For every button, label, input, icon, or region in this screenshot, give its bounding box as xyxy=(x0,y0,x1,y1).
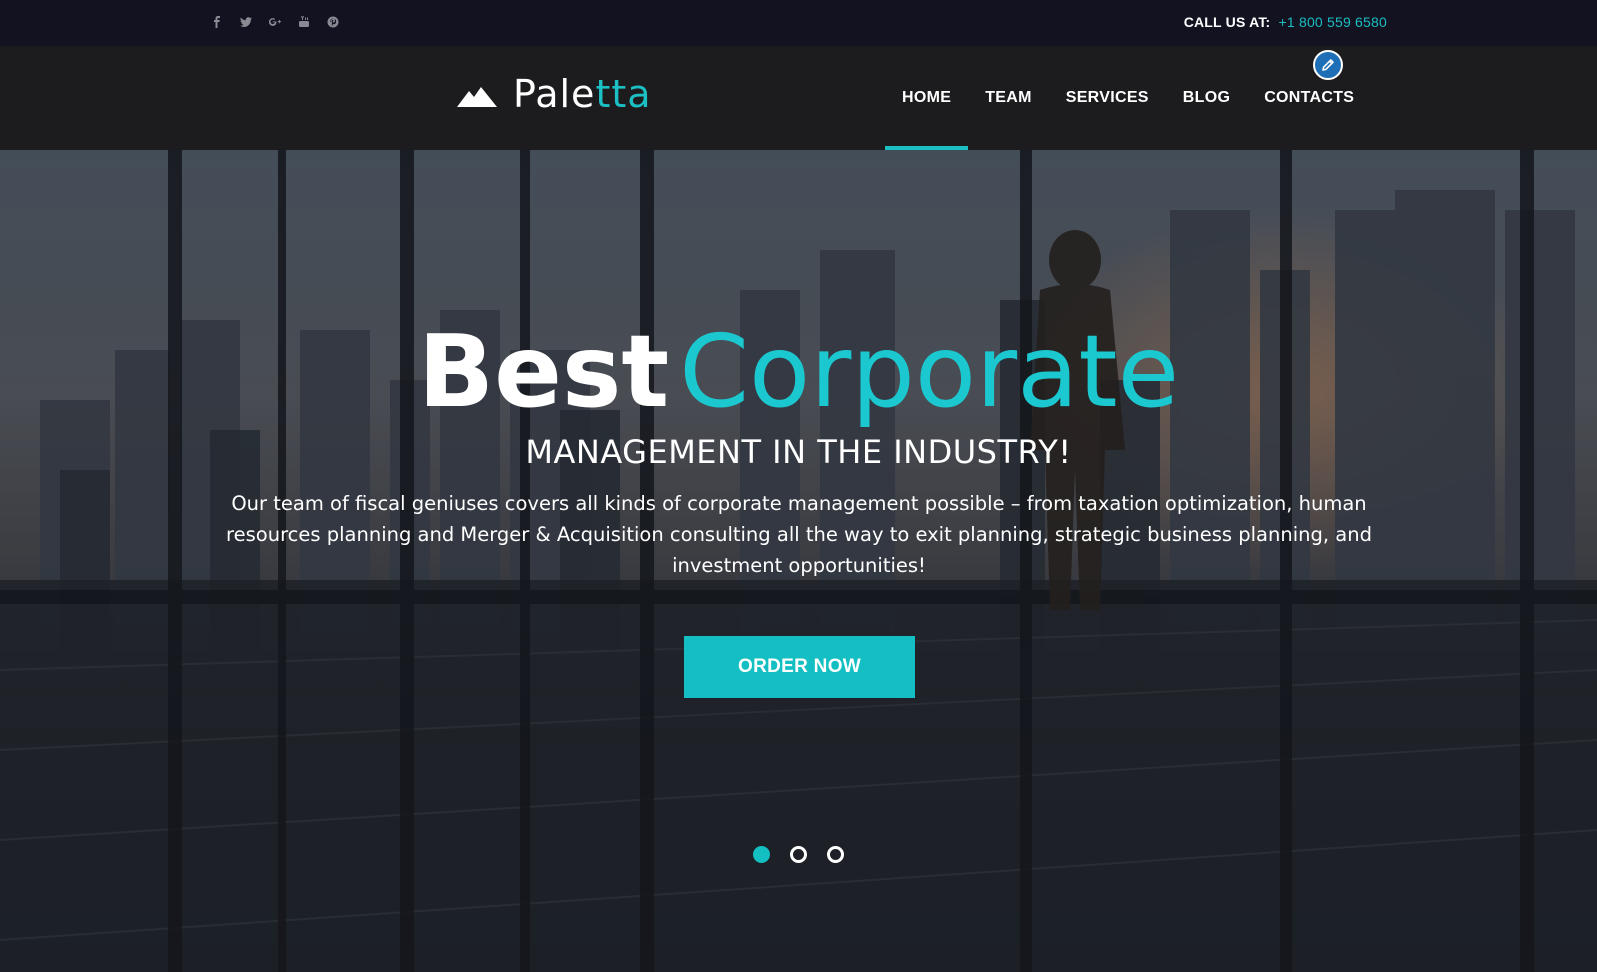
brand-name-accent: tta xyxy=(595,72,652,116)
slider-pagination xyxy=(753,846,844,863)
google-plus-icon[interactable] xyxy=(266,13,284,31)
twitter-icon[interactable] xyxy=(237,13,255,31)
slide-dot-2[interactable] xyxy=(790,846,807,863)
order-now-button[interactable]: ORDER NOW xyxy=(684,636,915,698)
slide-dot-3[interactable] xyxy=(827,846,844,863)
nav-contacts[interactable]: CONTACTS xyxy=(1247,46,1371,150)
brand-name-main: Pale xyxy=(513,72,596,116)
nav-blog[interactable]: BLOG xyxy=(1166,46,1247,150)
social-links xyxy=(208,13,342,31)
hero-slider: Best Corporate MANAGEMENT IN THE INDUSTRY… xyxy=(0,150,1597,972)
hero-title-word1: Best xyxy=(417,313,670,430)
nav-team[interactable]: TEAM xyxy=(968,46,1049,150)
slide-dot-1[interactable] xyxy=(753,846,770,863)
pinterest-icon[interactable] xyxy=(324,13,342,31)
call-us: CALL US AT: +1 800 559 6580 xyxy=(1184,14,1387,30)
brand-name: Paletta xyxy=(513,72,652,116)
mountain-logo-icon xyxy=(457,87,497,107)
phone-link[interactable]: +1 800 559 6580 xyxy=(1279,14,1388,30)
youtube-icon[interactable] xyxy=(295,13,313,31)
nav-home[interactable]: HOME xyxy=(885,46,969,150)
call-us-label: CALL US AT: xyxy=(1183,14,1271,30)
pencil-icon xyxy=(1322,59,1334,71)
facebook-icon[interactable] xyxy=(208,13,226,31)
main-nav: HOME TEAM SERVICES BLOG CONTACTS xyxy=(885,46,1371,150)
nav-services[interactable]: SERVICES xyxy=(1049,46,1166,150)
main-header: Paletta HOME TEAM SERVICES BLOG CONTACTS xyxy=(0,46,1597,150)
hero-subtitle: MANAGEMENT IN THE INDUSTRY! xyxy=(525,433,1072,471)
hero-title: Best Corporate xyxy=(0,317,1597,427)
hero-title-word2: Corporate xyxy=(679,313,1180,430)
logo[interactable]: Paletta xyxy=(457,72,652,116)
top-bar: CALL US AT: +1 800 559 6580 xyxy=(0,0,1597,46)
hero-description: Our team of fiscal geniuses covers all k… xyxy=(226,492,1372,577)
edit-pencil-button[interactable] xyxy=(1313,50,1343,80)
